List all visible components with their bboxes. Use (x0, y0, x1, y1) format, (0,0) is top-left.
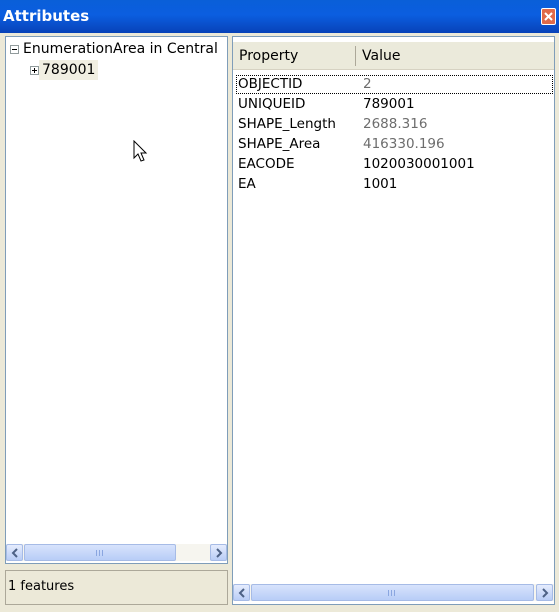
feature-count-status: 1 features (5, 570, 228, 605)
close-icon (544, 12, 553, 21)
property-value: 1001 (363, 176, 398, 192)
column-header-value[interactable]: Value (356, 42, 554, 70)
property-row[interactable]: SHAPE_Length 2688.316 (233, 115, 554, 134)
chevron-right-icon (542, 588, 549, 598)
property-row[interactable]: UNIQUEID 789001 (233, 95, 554, 114)
grid-scroll-left-button[interactable] (233, 584, 250, 601)
property-row[interactable]: OBJECTID 2 (233, 75, 554, 94)
chevron-right-icon (216, 548, 223, 558)
property-name: SHAPE_Length (238, 116, 336, 132)
grid-scroll-thumb[interactable] (251, 584, 534, 601)
grid-scroll-right-button[interactable] (536, 584, 553, 601)
chevron-left-icon (238, 588, 245, 598)
close-button[interactable] (541, 8, 556, 25)
column-header-property[interactable]: Property (233, 42, 356, 70)
property-name: SHAPE_Area (238, 136, 321, 152)
property-name: EACODE (238, 156, 295, 172)
property-value: 2688.316 (363, 116, 428, 132)
mouse-pointer-icon (133, 140, 148, 162)
grid-horizontal-scrollbar[interactable] (233, 584, 554, 601)
collapse-icon[interactable] (10, 45, 19, 54)
title-bar[interactable]: Attributes (0, 0, 559, 33)
property-name: EA (238, 176, 256, 192)
tree-item-feature-label: 789001 (39, 60, 99, 80)
property-name: OBJECTID (238, 76, 303, 92)
tree-scroll-right-button[interactable] (210, 544, 227, 561)
property-value: 1020030001001 (363, 156, 475, 172)
feature-count-text: 1 features (8, 579, 75, 594)
feature-tree-panel: EnumerationArea in Central 789001 (5, 36, 228, 564)
tree-scroll-thumb[interactable] (24, 544, 176, 561)
tree-scroll-left-button[interactable] (6, 544, 23, 561)
tree-item-layer-label: EnumerationArea in Central (23, 41, 218, 57)
property-row[interactable]: EA 1001 (233, 175, 554, 194)
property-value: 2 (363, 76, 372, 92)
chevron-left-icon (11, 548, 18, 558)
property-grid-panel: Property Value OBJECTID 2 UNIQUEID 78900… (232, 36, 555, 605)
attributes-window: Attributes EnumerationArea in Central 78… (0, 0, 559, 612)
property-row[interactable]: SHAPE_Area 416330.196 (233, 135, 554, 154)
property-value: 789001 (363, 96, 415, 112)
tree-horizontal-scrollbar[interactable] (6, 544, 227, 561)
property-row[interactable]: EACODE 1020030001001 (233, 155, 554, 174)
window-title: Attributes (3, 7, 90, 25)
expand-icon[interactable] (30, 66, 39, 75)
property-name: UNIQUEID (238, 96, 306, 112)
property-value: 416330.196 (363, 136, 445, 152)
